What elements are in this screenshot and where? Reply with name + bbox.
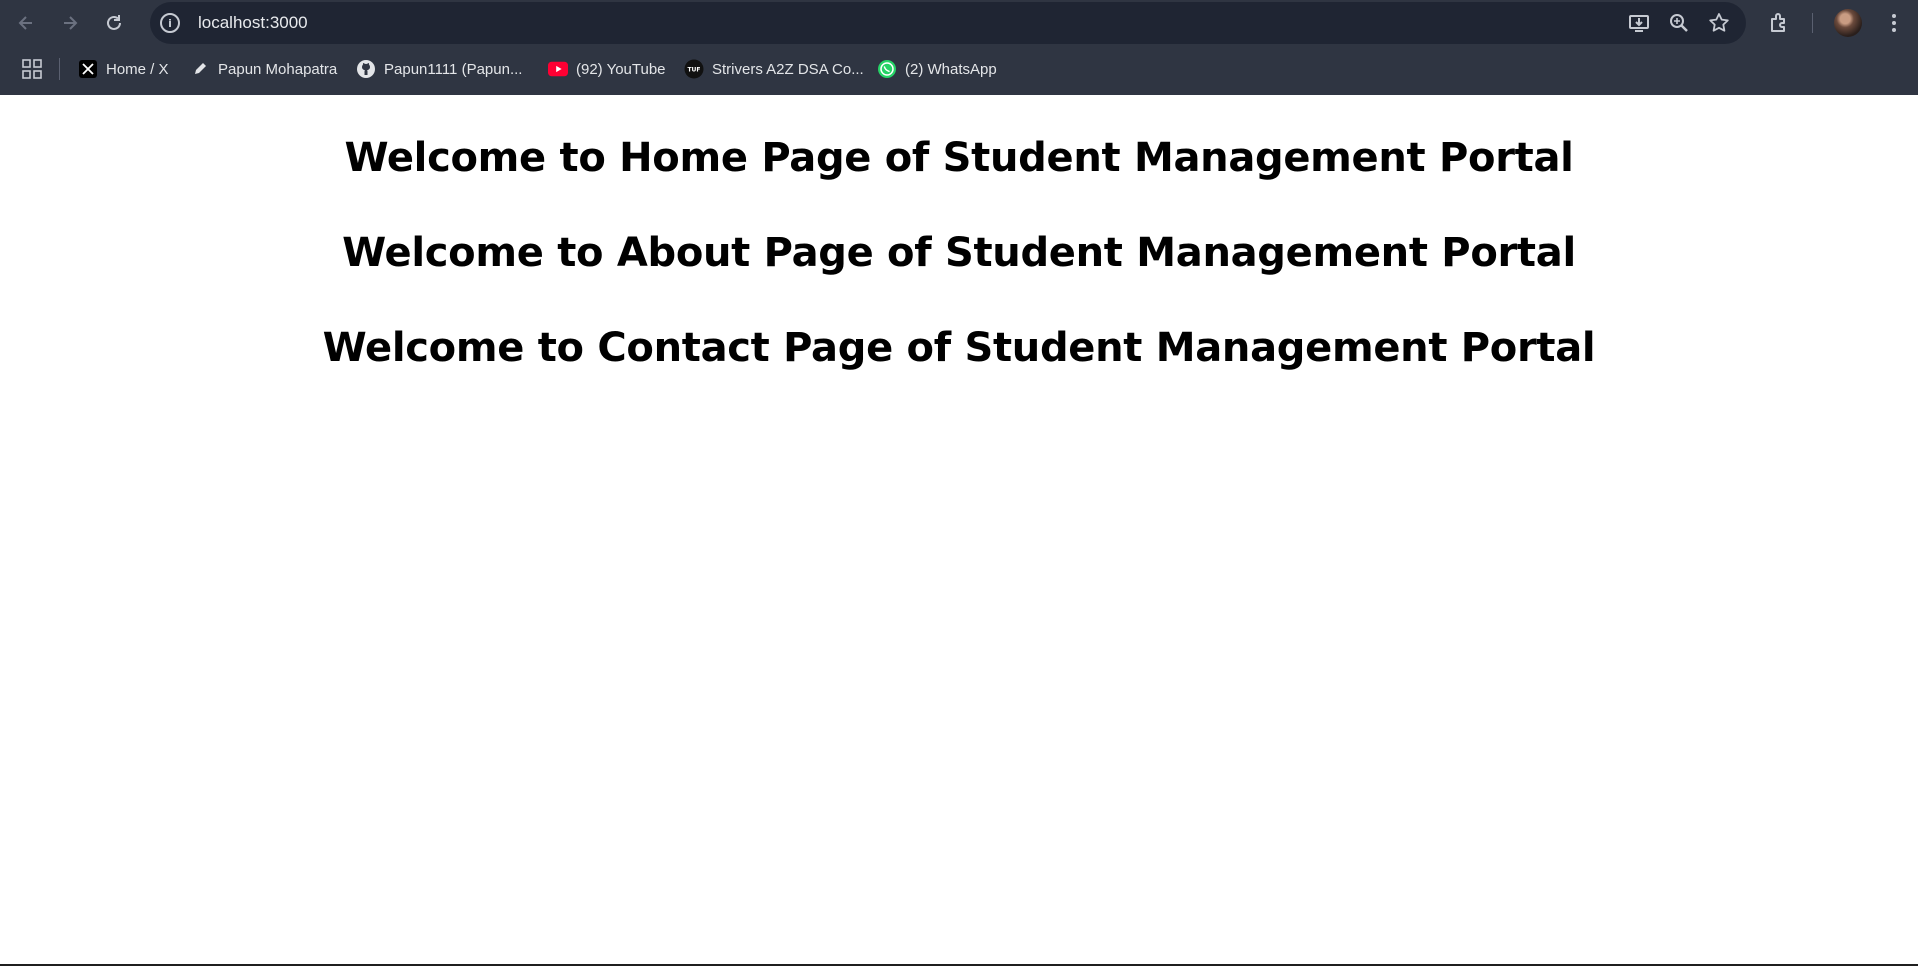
svg-text:TUF: TUF: [687, 67, 700, 74]
reload-button[interactable]: [92, 1, 136, 45]
site-info-icon[interactable]: i: [160, 13, 180, 33]
bookmark-home-x[interactable]: Home / X: [78, 55, 169, 83]
bookmarks-divider: [59, 58, 60, 80]
bookmark-youtube[interactable]: (92) YouTube: [548, 55, 666, 83]
bookmark-label: (2) WhatsApp: [905, 60, 997, 78]
reload-icon: [107, 15, 121, 30]
pen-nib-icon: [190, 59, 210, 79]
whatsapp-icon: [877, 59, 897, 79]
page-content: Welcome to Home Page of Student Manageme…: [0, 95, 1918, 380]
youtube-icon: [548, 59, 568, 79]
bookmark-label: Home / X: [106, 60, 169, 78]
tuf-icon: TUF: [684, 59, 704, 79]
bookmark-label: Strivers A2Z DSA Co...: [712, 60, 864, 78]
address-bar[interactable]: i localhost:3000: [150, 2, 1746, 44]
x-logo-icon: [78, 59, 98, 79]
toolbar-divider: [1812, 13, 1813, 33]
apps-grid-icon[interactable]: [22, 59, 42, 79]
bookmarks-bar: Home / X Papun Mohapatra Papun1111 (Papu…: [0, 46, 1918, 92]
bookmark-whatsapp[interactable]: (2) WhatsApp: [877, 55, 997, 83]
bookmark-star-icon[interactable]: [1708, 12, 1730, 34]
zoom-icon[interactable]: [1668, 12, 1690, 34]
contact-heading: Welcome to Contact Page of Student Manag…: [322, 325, 1596, 371]
menu-icon[interactable]: [1882, 11, 1906, 35]
browser-chrome: i localhost:3000 Home / X Papun Mohapatr…: [0, 0, 1918, 95]
bookmark-label: Papun Mohapatra: [218, 60, 338, 78]
forward-arrow-icon: [64, 16, 78, 30]
profile-avatar[interactable]: [1834, 9, 1862, 37]
extensions-icon[interactable]: [1768, 11, 1792, 35]
bookmark-strivers-a2z[interactable]: TUF Strivers A2Z DSA Co...: [684, 55, 864, 83]
bookmark-label: Papun1111 (Papun...: [384, 60, 523, 78]
install-app-icon[interactable]: [1628, 12, 1650, 34]
forward-button[interactable]: [48, 1, 92, 45]
back-arrow-icon: [18, 16, 32, 30]
bookmark-github[interactable]: Papun1111 (Papun...: [356, 55, 522, 83]
back-button[interactable]: [4, 1, 48, 45]
github-icon: [356, 59, 376, 79]
browser-toolbar: i localhost:3000: [0, 0, 1918, 46]
about-heading: Welcome to About Page of Student Managem…: [342, 230, 1576, 276]
bookmark-papun-mohapatra[interactable]: Papun Mohapatra: [190, 55, 337, 83]
home-heading: Welcome to Home Page of Student Manageme…: [344, 135, 1574, 181]
bookmark-label: (92) YouTube: [576, 60, 666, 78]
url-text[interactable]: localhost:3000: [198, 13, 308, 33]
